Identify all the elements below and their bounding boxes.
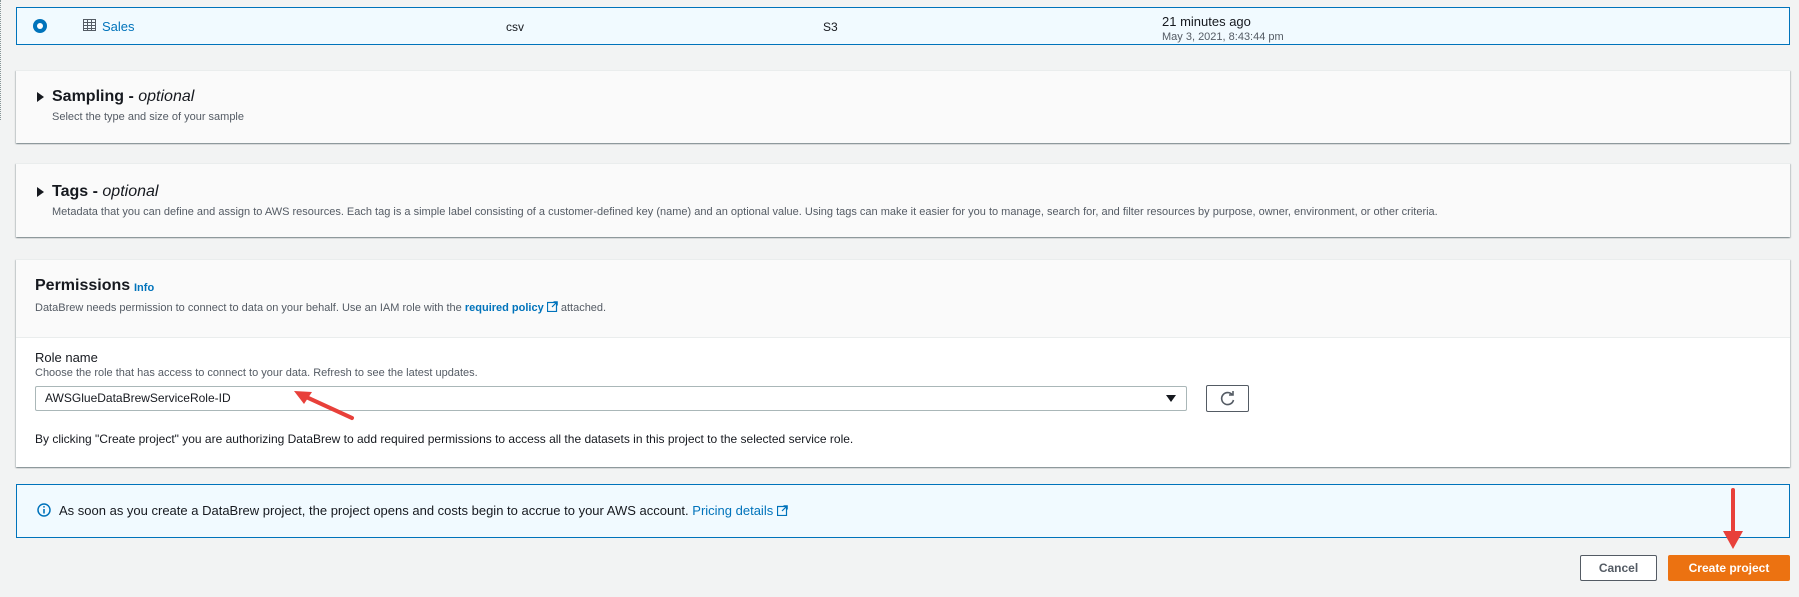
refresh-button[interactable] [1206,385,1249,412]
annotation-arrow-role [294,391,354,420]
dataset-name-link[interactable]: Sales [102,19,135,34]
tags-title[interactable]: Tags - optional [52,183,158,201]
pricing-details-link[interactable]: Pricing details [692,503,773,518]
permissions-info-link[interactable]: Info [134,282,154,294]
permissions-title: Permissions [35,277,131,294]
role-name-hint: Choose the role that has access to conne… [35,367,478,379]
tags-title-text: Tags [52,183,89,200]
dataset-source: S3 [823,20,838,34]
alert-message: As soon as you create a DataBrew project… [59,503,788,518]
sampling-title[interactable]: Sampling - optional [52,88,194,106]
authorize-note: By clicking "Create project" you are aut… [35,432,854,446]
sampling-panel[interactable] [16,70,1790,143]
left-guide-line [0,0,1,120]
permissions-description-suffix: attached. [560,302,607,314]
tags-description: Metadata that you can define and assign … [52,206,1438,218]
dataset-radio-selected[interactable] [33,19,47,33]
sampling-optional-label: optional [138,88,195,105]
dataset-row-selected[interactable] [16,7,1790,45]
sampling-title-text: Sampling [52,88,125,105]
dataset-modified-relative: 21 minutes ago [1162,14,1251,29]
permissions-description: DataBrew needs permission to connect to … [35,301,606,314]
tags-optional-label: optional [102,183,159,200]
alert-text: As soon as you create a DataBrew project… [59,503,689,518]
caret-down-icon[interactable] [1166,395,1176,402]
external-link-icon[interactable] [546,301,558,312]
tags-panel[interactable] [16,163,1790,237]
annotation-arrow-create [1723,488,1743,549]
cancel-button[interactable]: Cancel [1580,555,1657,581]
sampling-description: Select the type and size of your sample [52,111,244,123]
role-name-label: Role name [35,350,98,365]
external-link-icon[interactable] [776,505,788,516]
required-policy-link[interactable]: required policy [465,302,544,314]
dataset-modified-date: May 3, 2021, 8:43:44 pm [1162,31,1284,43]
dataset-format: csv [506,20,524,34]
create-project-button[interactable]: Create project [1668,555,1790,581]
role-name-value[interactable]: AWSGlueDataBrewServiceRole-ID [45,391,231,405]
caret-right-icon[interactable] [37,187,44,197]
caret-right-icon[interactable] [37,92,44,102]
sampling-separator: - [128,88,134,105]
refresh-icon [1220,391,1235,406]
table-icon [83,19,96,31]
permissions-description-prefix: DataBrew needs permission to connect to … [35,302,462,314]
tags-separator: - [92,183,98,200]
info-icon [37,503,51,517]
